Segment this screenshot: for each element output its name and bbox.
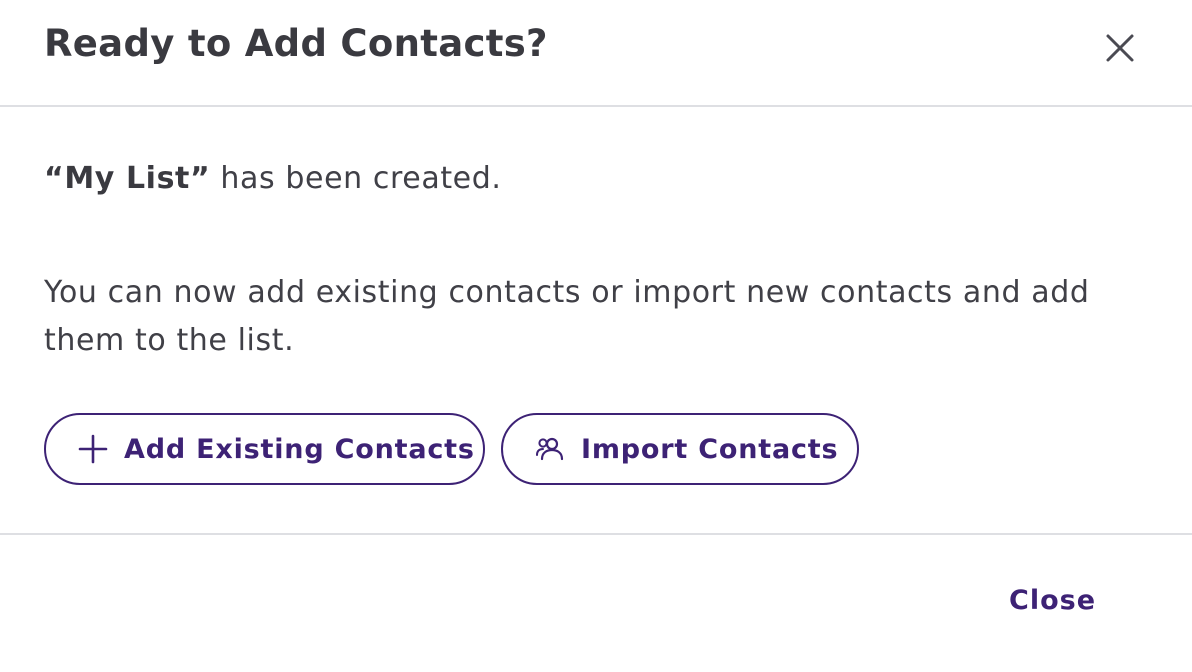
list-name: “My List” bbox=[44, 161, 211, 196]
add-existing-contacts-label: Add Existing Contacts bbox=[124, 433, 475, 465]
import-contacts-button[interactable]: Import Contacts bbox=[501, 413, 859, 485]
close-icon[interactable] bbox=[1100, 28, 1140, 68]
dialog-title: Ready to Add Contacts? bbox=[44, 22, 548, 65]
people-icon bbox=[535, 434, 565, 464]
created-suffix: has been created. bbox=[210, 161, 502, 196]
add-existing-contacts-button[interactable]: Add Existing Contacts bbox=[44, 413, 485, 485]
dialog-body: “My List” has been created. You can now … bbox=[0, 107, 1192, 534]
dialog-footer: Close bbox=[0, 533, 1192, 672]
close-button[interactable]: Close bbox=[1009, 585, 1096, 616]
import-contacts-label: Import Contacts bbox=[581, 433, 839, 465]
action-buttons: Add Existing Contacts Import Contacts bbox=[44, 413, 859, 485]
instruction-text: You can now add existing contacts or imp… bbox=[44, 275, 1090, 358]
dialog-header: Ready to Add Contacts? bbox=[0, 0, 1192, 107]
list-created-message: “My List” has been created. bbox=[44, 161, 502, 196]
ready-to-add-contacts-dialog: Ready to Add Contacts? “My List” has bee… bbox=[0, 0, 1192, 672]
plus-icon bbox=[78, 434, 108, 464]
